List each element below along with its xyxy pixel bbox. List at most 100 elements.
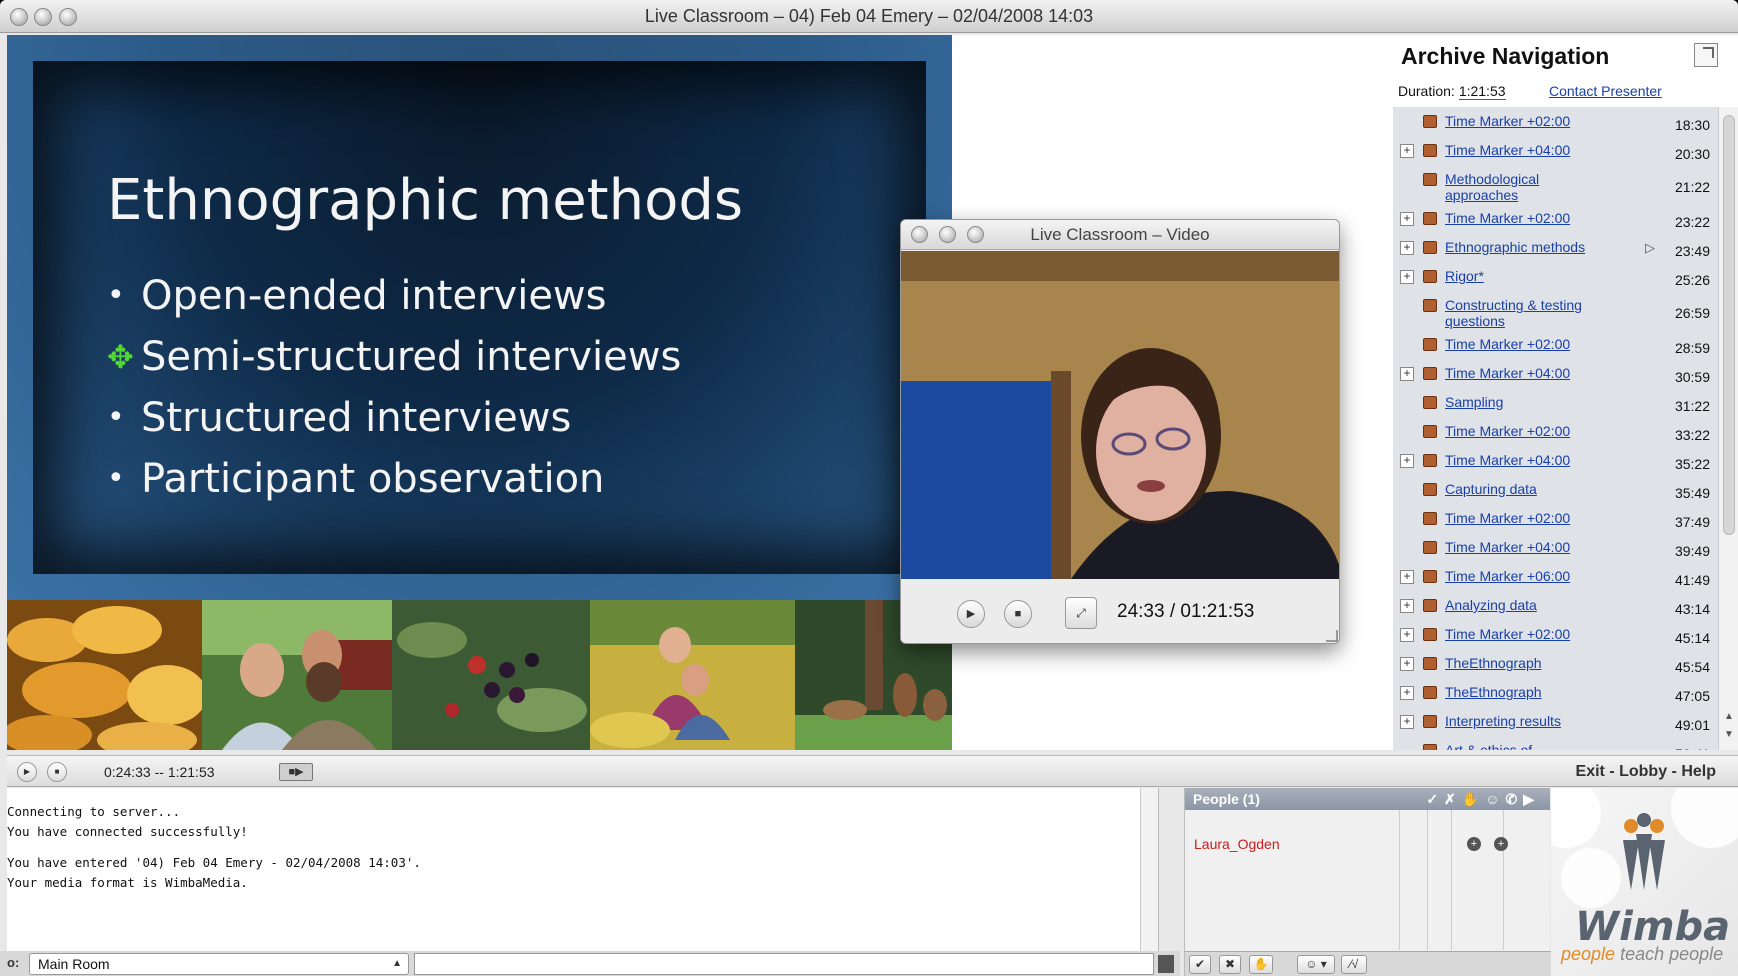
stop-button[interactable]: ■: [47, 762, 67, 782]
archive-item[interactable]: + TheEthnograph 47:05: [1393, 678, 1718, 707]
archive-item[interactable]: Time Marker +02:00 33:22: [1393, 417, 1718, 446]
archive-item-label[interactable]: Time Marker +02:00: [1445, 113, 1610, 129]
archive-item[interactable]: + Time Marker +02:00 45:14: [1393, 620, 1718, 649]
expand-icon[interactable]: +: [1400, 270, 1414, 284]
archive-item[interactable]: + Analyzing data 43:14: [1393, 591, 1718, 620]
archive-item-label[interactable]: TheEthnograph: [1445, 655, 1610, 671]
exit-link[interactable]: Exit: [1576, 763, 1605, 780]
archive-item[interactable]: + Time Marker +02:00 23:22: [1393, 204, 1718, 233]
poll-button[interactable]: ⁄√: [1341, 955, 1367, 974]
contact-presenter-link[interactable]: Contact Presenter: [1549, 83, 1662, 99]
archive-item[interactable]: + TheEthnograph 45:54: [1393, 649, 1718, 678]
video-feed: [901, 251, 1339, 579]
cross-button[interactable]: ✖: [1219, 955, 1241, 974]
archive-item-label[interactable]: Ethnographic methods: [1445, 239, 1610, 255]
help-link[interactable]: Help: [1681, 763, 1716, 780]
archive-item-label[interactable]: Art & ethics of: [1445, 742, 1610, 750]
video-close-button[interactable]: [911, 226, 928, 243]
lobby-link[interactable]: Lobby: [1619, 763, 1667, 780]
archive-item[interactable]: + Ethnographic methods ▷ 23:49: [1393, 233, 1718, 262]
archive-item[interactable]: + Time Marker +04:00 35:22: [1393, 446, 1718, 475]
archive-item-label[interactable]: Time Marker +04:00: [1445, 365, 1610, 381]
mushrooms-photo: [7, 600, 202, 750]
slide-marker-icon: [1423, 657, 1437, 670]
minimize-window-button[interactable]: [34, 8, 52, 26]
archive-item-label[interactable]: Constructing & testing questions: [1445, 297, 1610, 329]
archive-item-label[interactable]: TheEthnograph: [1445, 684, 1610, 700]
archive-item-time: 33:22: [1674, 427, 1710, 443]
video-zoom-button[interactable]: [967, 226, 984, 243]
archive-item-label[interactable]: Time Marker +02:00: [1445, 336, 1610, 352]
chat-input[interactable]: [414, 953, 1154, 975]
chat-scrollbar[interactable]: [1140, 788, 1158, 951]
scroll-down-icon[interactable]: ▼: [1724, 729, 1734, 740]
archive-item-label[interactable]: Time Marker +04:00: [1445, 452, 1610, 468]
fullscreen-button[interactable]: ⤢: [1065, 597, 1097, 629]
expand-icon[interactable]: +: [1400, 241, 1414, 255]
archive-item[interactable]: + Time Marker +04:00 30:59: [1393, 359, 1718, 388]
camera-icon[interactable]: ■▶: [279, 763, 313, 781]
emoticon-menu-button[interactable]: ☺ ▾: [1297, 955, 1335, 974]
archive-item-label[interactable]: Time Marker +02:00: [1445, 210, 1610, 226]
archive-item[interactable]: Sampling 31:22: [1393, 388, 1718, 417]
playback-time: 0:24:33 -- 1:21:53: [104, 764, 215, 780]
archive-item[interactable]: + Rigor* 25:26: [1393, 262, 1718, 291]
video-minimize-button[interactable]: [939, 226, 956, 243]
popout-icon[interactable]: [1694, 43, 1718, 67]
zoom-window-button[interactable]: [59, 8, 77, 26]
archive-item[interactable]: + Time Marker +06:00 41:49: [1393, 562, 1718, 591]
archive-item[interactable]: Art & ethics of 50:41: [1393, 736, 1718, 750]
archive-item[interactable]: Methodological approaches 21:22: [1393, 165, 1718, 204]
expand-icon[interactable]: +: [1400, 212, 1414, 226]
expand-icon[interactable]: +: [1400, 599, 1414, 613]
archive-scrollbar[interactable]: ▲ ▼: [1718, 107, 1738, 750]
expand-icon[interactable]: +: [1400, 715, 1414, 729]
archive-item-label[interactable]: Analyzing data: [1445, 597, 1610, 613]
scroll-thumb[interactable]: [1723, 115, 1735, 535]
archive-item-label[interactable]: Sampling: [1445, 394, 1610, 410]
archive-item-label[interactable]: Interpreting results: [1445, 713, 1610, 729]
play-button[interactable]: ▶: [17, 762, 37, 782]
archive-item[interactable]: Time Marker +02:00 37:49: [1393, 504, 1718, 533]
archive-item[interactable]: + Interpreting results 49:01: [1393, 707, 1718, 736]
check-button[interactable]: ✔: [1189, 955, 1211, 974]
expand-icon[interactable]: +: [1400, 367, 1414, 381]
participant-name[interactable]: Laura_Ogden: [1194, 836, 1280, 852]
expand-icon[interactable]: +: [1400, 570, 1414, 584]
archive-item-label[interactable]: Time Marker +06:00: [1445, 568, 1610, 584]
archive-item[interactable]: Time Marker +02:00 18:30: [1393, 107, 1718, 136]
archive-item-time: 49:01: [1674, 717, 1710, 733]
archive-item[interactable]: Time Marker +02:00 28:59: [1393, 330, 1718, 359]
resize-grip-icon[interactable]: [1326, 630, 1338, 642]
archive-item-label[interactable]: Methodological approaches: [1445, 171, 1610, 203]
room-select[interactable]: Main Room ▲▼: [29, 953, 409, 975]
add-icon[interactable]: +: [1467, 837, 1481, 851]
archive-item[interactable]: + Time Marker +04:00 20:30: [1393, 136, 1718, 165]
video-play-button[interactable]: ▶: [957, 600, 985, 628]
archive-item-label[interactable]: Rigor*: [1445, 268, 1610, 284]
archive-item-label[interactable]: Time Marker +02:00: [1445, 423, 1610, 439]
raise-hand-button[interactable]: ✋: [1249, 955, 1273, 974]
archive-item[interactable]: Constructing & testing questions 26:59: [1393, 291, 1718, 330]
scroll-up-icon[interactable]: ▲: [1724, 711, 1734, 722]
archive-item-time: 21:22: [1674, 179, 1710, 195]
video-stop-button[interactable]: ■: [1004, 600, 1032, 628]
expand-icon[interactable]: +: [1400, 454, 1414, 468]
archive-item-label[interactable]: Capturing data: [1445, 481, 1610, 497]
chat-send-button[interactable]: [1158, 955, 1174, 973]
expand-icon[interactable]: +: [1400, 144, 1414, 158]
archive-item[interactable]: Time Marker +04:00 39:49: [1393, 533, 1718, 562]
add-icon[interactable]: +: [1494, 837, 1508, 851]
expand-icon[interactable]: +: [1400, 657, 1414, 671]
archive-item-time: 47:05: [1674, 688, 1710, 704]
archive-item-label[interactable]: Time Marker +02:00: [1445, 626, 1610, 642]
people-list: Laura_Ogden + +: [1185, 810, 1551, 950]
archive-item-label[interactable]: Time Marker +02:00: [1445, 510, 1610, 526]
close-window-button[interactable]: [10, 8, 28, 26]
slide: Ethnographic methods • Open-ended intervi…: [7, 35, 952, 600]
archive-item-label[interactable]: Time Marker +04:00: [1445, 539, 1610, 555]
archive-item-label[interactable]: Time Marker +04:00: [1445, 142, 1610, 158]
expand-icon[interactable]: +: [1400, 686, 1414, 700]
archive-item[interactable]: Capturing data 35:49: [1393, 475, 1718, 504]
expand-icon[interactable]: +: [1400, 628, 1414, 642]
